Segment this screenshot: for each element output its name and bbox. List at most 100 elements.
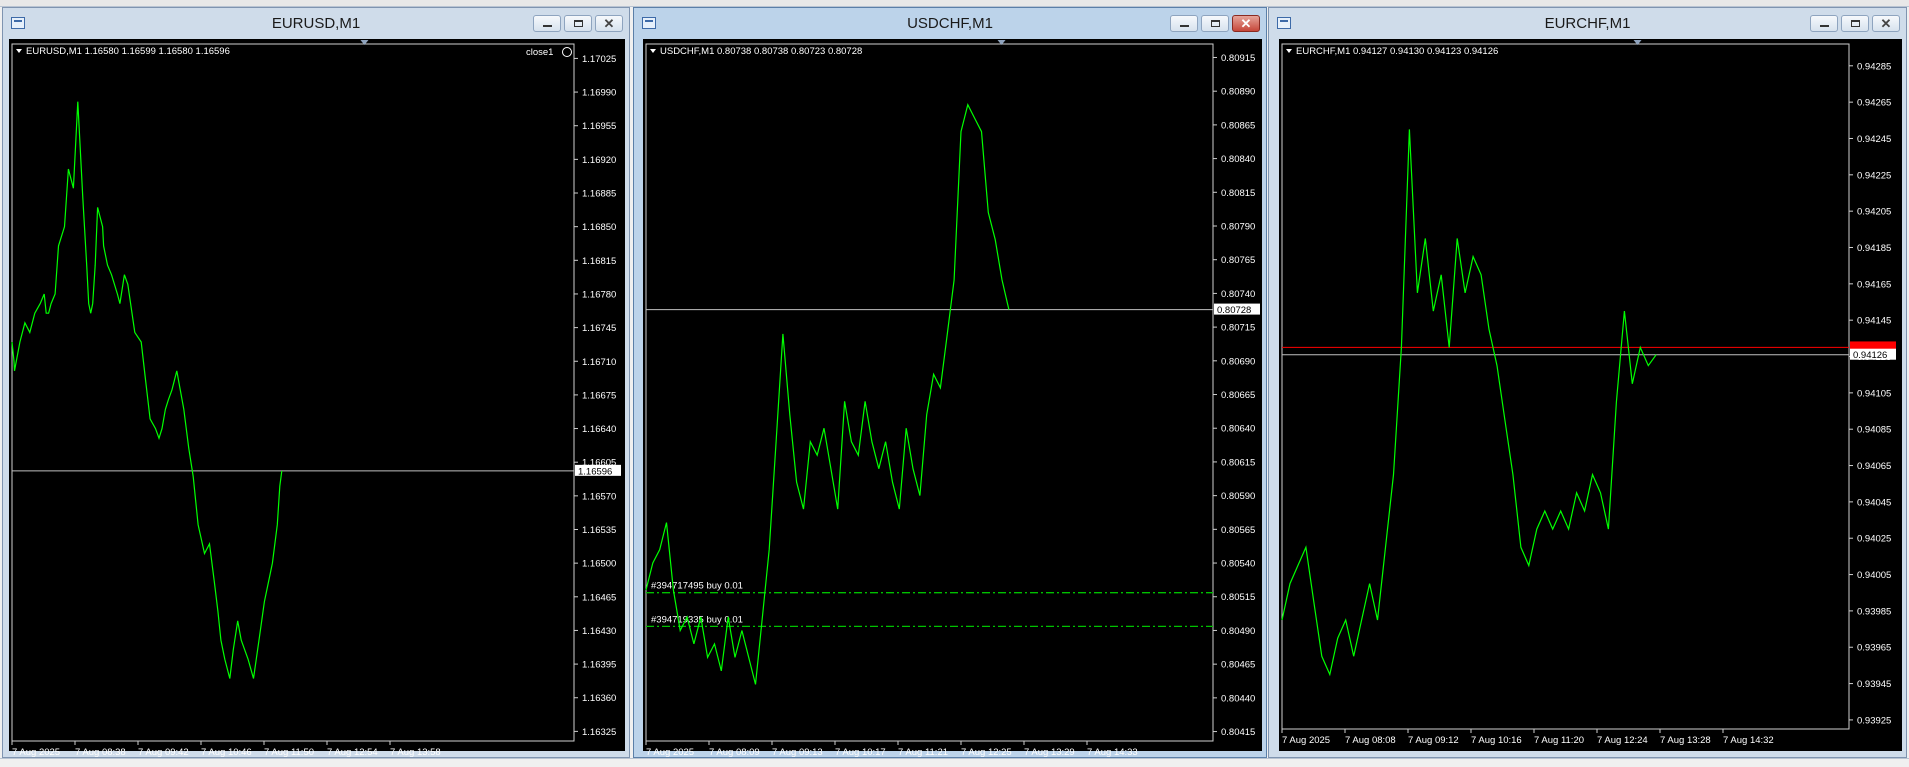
chart-window-eurchf[interactable]: EURCHF,M1 ✕ 0.94285 0.94265 0.94245 0.94225… — [1268, 7, 1907, 758]
chart-background[interactable] — [643, 39, 1262, 751]
y-tick-label: 0.94165 — [1857, 279, 1891, 290]
y-tick-label: 0.94045 — [1857, 497, 1891, 508]
x-tick-label: 7 Aug 13:29 — [1024, 747, 1075, 757]
y-tick-label: 1.16885 — [582, 189, 616, 200]
y-tick-label: 0.94005 — [1857, 570, 1891, 581]
y-tick-label: 0.93925 — [1857, 715, 1891, 726]
y-tick-label: 0.80715 — [1221, 323, 1255, 334]
x-tick-label: 7 Aug 09:12 — [1408, 735, 1459, 746]
y-tick-label: 0.94225 — [1857, 170, 1891, 181]
x-tick-label: 7 Aug 10:46 — [201, 747, 252, 757]
x-tick-label: 7 Aug 08:08 — [1345, 735, 1396, 746]
y-tick-label: 1.16500 — [582, 559, 616, 570]
price-chart[interactable]: 0.80915 0.80890 0.80865 0.80840 0.80815 0.807… — [634, 8, 1266, 757]
y-tick-label: 0.80815 — [1221, 188, 1255, 199]
y-tick-label: 1.16710 — [582, 357, 616, 368]
chart-window-usdchf[interactable]: USDCHF,M1 ✕ 0.80915 0.80890 0.80865 0.80840… — [633, 7, 1267, 758]
y-tick-label: 0.80565 — [1221, 525, 1255, 536]
y-tick-label: 1.16955 — [582, 121, 616, 132]
chart-background[interactable] — [1279, 39, 1902, 751]
y-tick-label: 0.94265 — [1857, 98, 1891, 109]
y-tick-label: 0.94185 — [1857, 243, 1891, 254]
y-tick-label: 0.94065 — [1857, 461, 1891, 472]
chart-window-eurusd[interactable]: EURUSD,M1 ✕ 1.17025 1.16990 1.16955 1.16920… — [2, 7, 630, 758]
y-tick-label: 0.80740 — [1221, 289, 1255, 300]
y-tick-label: 0.80765 — [1221, 255, 1255, 266]
y-tick-label: 0.94205 — [1857, 207, 1891, 218]
y-tick-label: 0.80440 — [1221, 693, 1255, 704]
y-tick-label: 0.93945 — [1857, 679, 1891, 690]
x-tick-label: 7 Aug 11:20 — [1534, 735, 1584, 746]
x-tick-label: 7 Aug 08:38 — [75, 747, 126, 757]
x-tick-label: 7 Aug 12:54 — [327, 747, 378, 757]
x-tick-label: 7 Aug 2025 — [1282, 735, 1330, 746]
y-tick-label: 1.16395 — [582, 660, 616, 671]
y-tick-label: 0.80415 — [1221, 727, 1255, 738]
y-tick-label: 0.80915 — [1221, 53, 1255, 64]
y-tick-label: 0.94285 — [1857, 61, 1891, 72]
x-tick-label: 7 Aug 13:58 — [390, 747, 441, 757]
y-tick-label: 1.16850 — [582, 222, 616, 233]
y-tick-label: 0.80640 — [1221, 424, 1255, 435]
y-tick-label: 1.16430 — [582, 626, 616, 637]
y-tick-label: 1.16675 — [582, 390, 616, 401]
x-tick-label: 7 Aug 10:16 — [1471, 735, 1522, 746]
x-tick-label: 7 Aug 09:42 — [138, 747, 189, 757]
y-tick-label: 0.80515 — [1221, 592, 1255, 603]
y-tick-label: 1.16920 — [582, 155, 616, 166]
y-tick-label: 0.93965 — [1857, 643, 1891, 654]
terminal-top-strip — [0, 0, 1909, 7]
y-tick-label: 0.80790 — [1221, 222, 1255, 233]
y-tick-label: 0.80840 — [1221, 154, 1255, 165]
x-tick-label: 7 Aug 10:17 — [835, 747, 886, 757]
y-tick-label: 0.80590 — [1221, 491, 1255, 502]
y-tick-label: 0.80490 — [1221, 626, 1255, 637]
y-tick-label: 0.94105 — [1857, 388, 1891, 399]
x-tick-label: 7 Aug 09:13 — [772, 747, 823, 757]
y-tick-label: 1.16745 — [582, 323, 616, 334]
y-tick-label: 1.16465 — [582, 592, 616, 603]
y-tick-label: 0.80540 — [1221, 559, 1255, 570]
y-tick-label: 1.16815 — [582, 256, 616, 267]
symbol-info: EURUSD,M1 1.16580 1.16599 1.16580 1.1659… — [26, 46, 230, 57]
y-tick-label: 0.94245 — [1857, 134, 1891, 145]
x-tick-label: 7 Aug 11:50 — [264, 747, 314, 757]
x-tick-label: 7 Aug 13:28 — [1660, 735, 1711, 746]
price-chart[interactable]: 1.17025 1.16990 1.16955 1.16920 1.16885 1.168… — [3, 8, 629, 757]
y-tick-label: 1.16535 — [582, 525, 616, 536]
y-tick-label: 1.16780 — [582, 289, 616, 300]
y-tick-label: 0.80665 — [1221, 390, 1255, 401]
symbol-info: EURCHF,M1 0.94127 0.94130 0.94123 0.9412… — [1296, 46, 1498, 57]
expert-label: close1 — [526, 47, 553, 58]
y-tick-label: 0.94145 — [1857, 316, 1891, 327]
current-price-label: 1.16596 — [578, 466, 612, 477]
symbol-info: USDCHF,M1 0.80738 0.80738 0.80723 0.8072… — [660, 46, 862, 57]
chart-background[interactable] — [9, 39, 625, 751]
x-tick-label: 7 Aug 14:32 — [1723, 735, 1774, 746]
x-tick-label: 7 Aug 2025 — [12, 747, 60, 757]
y-tick-label: 0.94025 — [1857, 534, 1891, 545]
y-tick-label: 0.93985 — [1857, 606, 1891, 617]
current-price-label: 0.94126 — [1853, 350, 1887, 361]
x-tick-label: 7 Aug 14:33 — [1087, 747, 1138, 757]
y-tick-label: 0.80465 — [1221, 660, 1255, 671]
x-tick-label: 7 Aug 12:24 — [1597, 735, 1648, 746]
y-tick-label: 1.16990 — [582, 88, 616, 99]
y-tick-label: 1.16640 — [582, 424, 616, 435]
x-tick-label: 7 Aug 08:09 — [709, 747, 760, 757]
y-tick-label: 1.17025 — [582, 54, 616, 65]
y-tick-label: 0.80890 — [1221, 87, 1255, 98]
current-price-label: 0.80728 — [1217, 305, 1251, 316]
y-tick-label: 0.94085 — [1857, 425, 1891, 436]
x-tick-label: 7 Aug 2025 — [646, 747, 694, 757]
y-tick-label: 1.16325 — [582, 727, 616, 738]
y-tick-label: 1.16570 — [582, 491, 616, 502]
x-tick-label: 7 Aug 11:21 — [898, 747, 948, 757]
y-tick-label: 1.16360 — [582, 693, 616, 704]
x-tick-label: 7 Aug 12:25 — [961, 747, 1012, 757]
price-chart[interactable]: 0.94285 0.94265 0.94245 0.94225 0.94205 0.941… — [1269, 8, 1906, 757]
order-label: #394717495 buy 0.01 — [651, 581, 743, 592]
y-tick-label: 0.80690 — [1221, 356, 1255, 367]
y-tick-label: 0.80865 — [1221, 120, 1255, 131]
y-tick-label: 0.80615 — [1221, 457, 1255, 468]
